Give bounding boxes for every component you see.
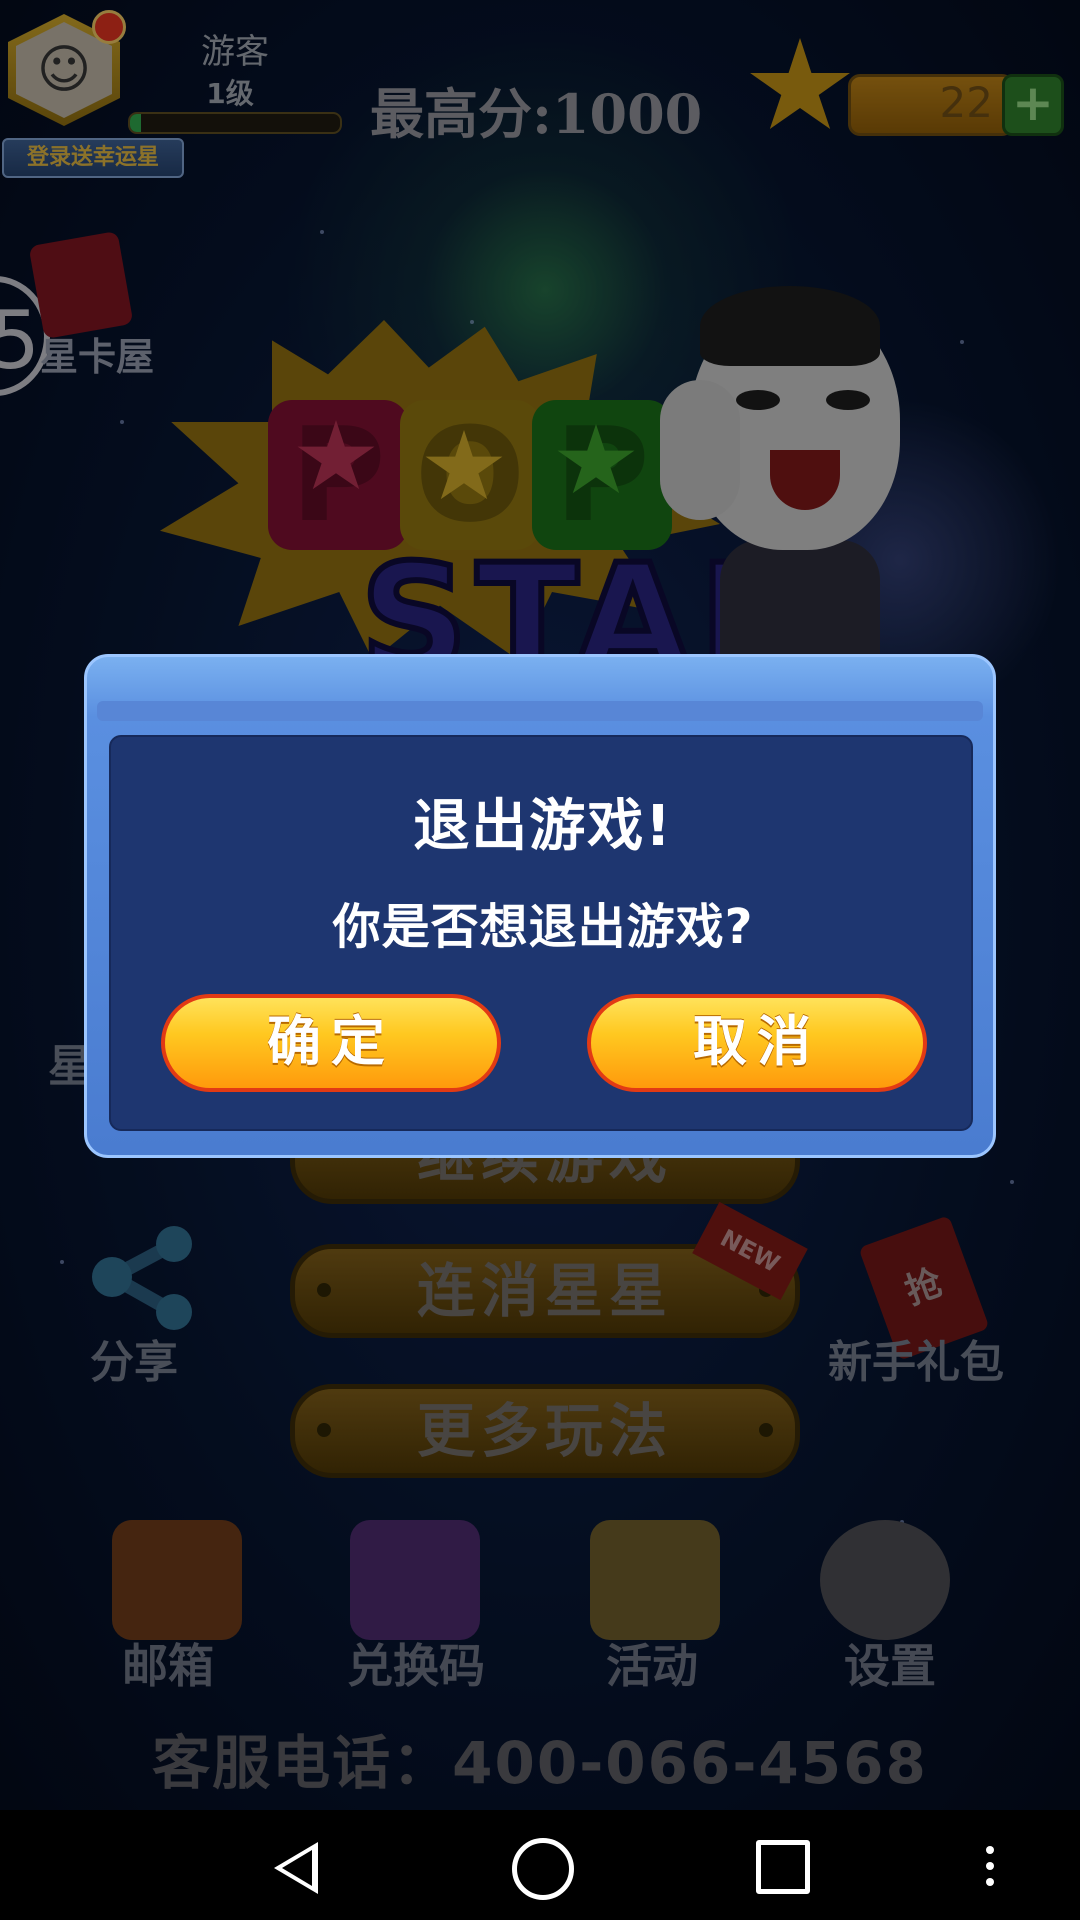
cancel-button[interactable]: 取消 <box>587 994 927 1092</box>
dialog-title: 退出游戏! <box>413 794 673 859</box>
more-options-icon[interactable] <box>986 1846 994 1886</box>
confirm-button[interactable]: 确定 <box>161 994 501 1092</box>
game-background: ☺ 登录送幸运星 游客 1级 最高分:1000 22 + 5 星卡屋 星 P O… <box>0 0 1080 1810</box>
home-icon[interactable] <box>512 1838 574 1900</box>
exit-game-dialog: 退出游戏! 你是否想退出游戏? 确定 取消 <box>84 654 996 1158</box>
dialog-header-bar <box>97 701 983 721</box>
dialog-message: 你是否想退出游戏? <box>332 899 754 955</box>
back-icon-inner <box>282 1850 312 1886</box>
recent-apps-icon[interactable] <box>756 1840 810 1894</box>
